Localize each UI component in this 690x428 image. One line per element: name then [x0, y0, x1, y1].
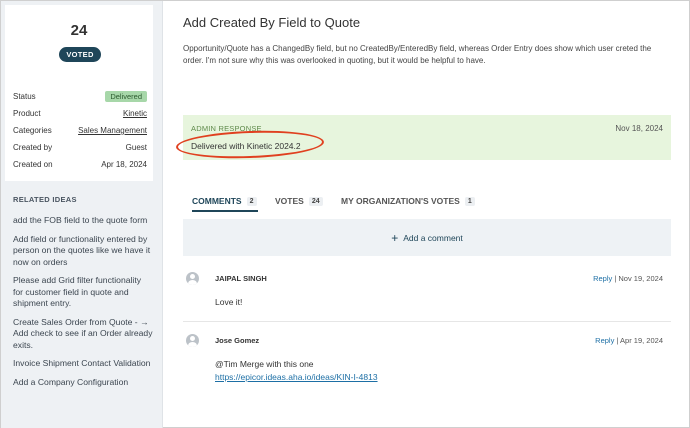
meta-row-product: Product Kinetic	[13, 105, 147, 122]
comment: Jose Gomez Reply | Apr 19, 2024 @Tim Mer…	[183, 334, 671, 394]
comment-body: @Tim Merge with this one https://epicor.…	[215, 358, 378, 383]
related-idea-link[interactable]: Invoice Shipment Contact Validation	[13, 358, 153, 370]
meta-label: Categories	[13, 126, 52, 135]
avatar	[186, 272, 199, 285]
idea-meta: Status Delivered Product Kinetic Categor…	[13, 88, 147, 173]
comment-body: Love it!	[215, 296, 242, 309]
status-badge: Delivered	[105, 91, 147, 102]
related-ideas-heading: RELATED IDEAS	[13, 195, 77, 204]
vote-card: 24 VOTED Status Delivered Product Kineti…	[5, 5, 153, 181]
tab-count: 1	[464, 196, 475, 206]
meta-row-categories: Categories Sales Management	[13, 122, 147, 139]
tab-my-organization-votes[interactable]: MY ORGANIZATION'S VOTES 1	[341, 194, 475, 208]
created-on-value: Apr 18, 2024	[101, 160, 147, 169]
annotation-circle	[175, 128, 325, 161]
comment-meta: Reply | Apr 19, 2024	[595, 336, 663, 345]
related-idea-link[interactable]: Add a Company Configuration	[13, 377, 153, 389]
active-tab-indicator	[192, 210, 258, 212]
plus-icon: +	[391, 230, 399, 245]
meta-label: Created on	[13, 160, 53, 169]
product-link[interactable]: Kinetic	[123, 109, 147, 118]
comment-text: Love it!	[215, 297, 243, 307]
comment: JAIPAL SINGH Reply | Nov 19, 2024 Love i…	[183, 272, 671, 317]
related-idea-link[interactable]: Create Sales Order from Quote - → Add ch…	[13, 317, 153, 352]
comment-date: Nov 19, 2024	[618, 274, 663, 283]
tab-label: MY ORGANIZATION'S VOTES	[341, 196, 460, 206]
related-idea-link[interactable]: Please add Grid filter functionality for…	[13, 275, 153, 310]
tab-label: VOTES	[275, 196, 304, 206]
meta-row-created-on: Created on Apr 18, 2024	[13, 156, 147, 173]
tab-count: 2	[246, 196, 257, 206]
category-link[interactable]: Sales Management	[78, 126, 147, 135]
meta-row-status: Status Delivered	[13, 88, 147, 105]
meta-row-created-by: Created by Guest	[13, 139, 147, 156]
vote-count: 24	[70, 22, 88, 39]
idea-description: Opportunity/Quote has a ChangedBy field,…	[183, 44, 652, 65]
add-comment-label: Add a comment	[403, 232, 463, 243]
comment-author: Jose Gomez	[215, 336, 260, 345]
add-comment-button[interactable]: + Add a comment	[183, 219, 671, 256]
comment-text: @Tim Merge with this one	[215, 359, 314, 369]
comment-author: JAIPAL SINGH	[215, 274, 267, 283]
sidebar: 24 VOTED Status Delivered Product Kineti…	[1, 1, 163, 428]
meta-label: Created by	[13, 143, 53, 152]
admin-response-date: Nov 18, 2024	[615, 124, 663, 133]
voted-button[interactable]: VOTED	[59, 47, 101, 62]
page-title: Add Created By Field to Quote	[183, 15, 361, 30]
tab-count: 24	[308, 196, 323, 206]
comment-divider	[183, 321, 671, 322]
comment-link[interactable]: https://epicor.ideas.aha.io/ideas/KIN-I-…	[215, 371, 378, 384]
tab-label: COMMENTS	[192, 196, 242, 206]
related-idea-link[interactable]: Add field or functionality entered by pe…	[13, 234, 153, 269]
meta-label: Product	[13, 109, 41, 118]
tabs: COMMENTS 2 VOTES 24 MY ORGANIZATION'S VO…	[183, 194, 671, 212]
reply-link[interactable]: Reply	[593, 274, 612, 283]
related-ideas-list: add the FOB field to the quote form Add …	[13, 215, 153, 395]
comment-meta: Reply | Nov 19, 2024	[593, 274, 663, 283]
related-idea-link[interactable]: add the FOB field to the quote form	[13, 215, 153, 227]
comment-date: Apr 19, 2024	[620, 336, 663, 345]
tab-comments[interactable]: COMMENTS 2	[192, 194, 257, 208]
admin-response: ADMIN RESPONSE Nov 18, 2024 Delivered wi…	[175, 115, 671, 161]
meta-label: Status	[13, 92, 36, 101]
avatar	[186, 334, 199, 347]
reply-link[interactable]: Reply	[595, 336, 614, 345]
tab-votes[interactable]: VOTES 24	[275, 194, 323, 208]
created-by-value: Guest	[125, 143, 147, 152]
